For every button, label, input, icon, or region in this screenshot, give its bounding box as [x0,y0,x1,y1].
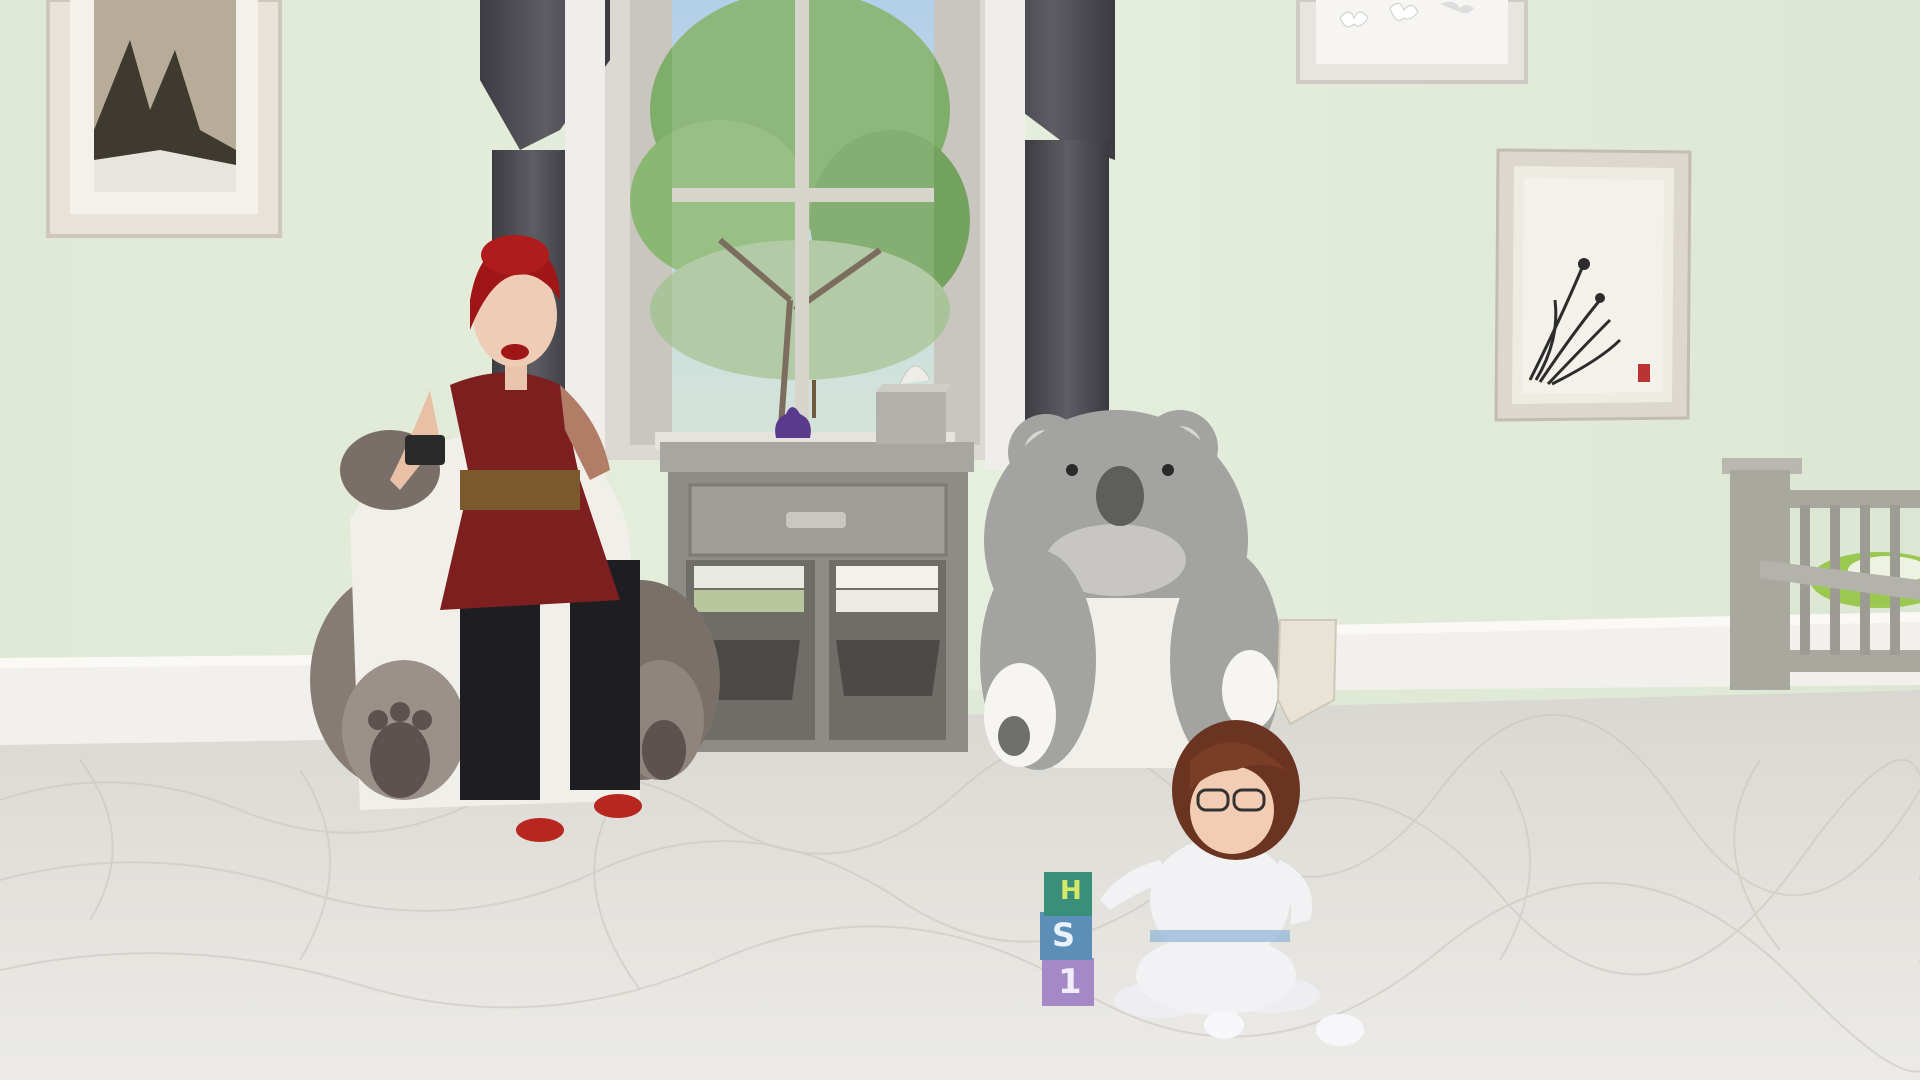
scene-canvas [0,0,1920,1080]
game-viewport[interactable]: H S 1 [0,0,1920,1080]
baseboard [0,655,330,745]
crib[interactable] [1722,458,1920,690]
curtain-right [985,0,1115,470]
block-label-top: H [1060,876,1082,906]
painting-ink-flowers[interactable] [1494,148,1692,422]
painting-butterflies[interactable] [1296,0,1528,84]
painting-landscape[interactable] [46,0,282,238]
block-label-middle: S [1052,916,1076,954]
window[interactable] [600,0,1010,460]
block-label-bottom: 1 [1058,962,1082,1002]
